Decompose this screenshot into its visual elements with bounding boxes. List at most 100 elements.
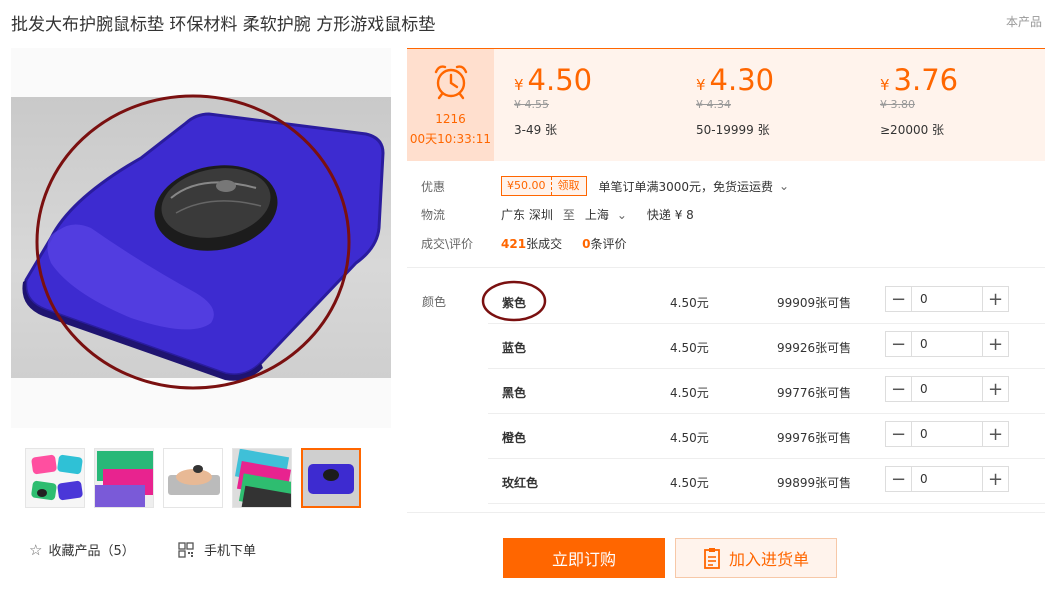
- mobile-order-button[interactable]: 手机下单: [178, 540, 256, 559]
- thumbnail-1[interactable]: [25, 448, 85, 508]
- discount-row: 优惠 ¥50.00 领取 单笔订单满3000元，免货运运费 ⌄: [421, 176, 789, 196]
- sku-price: 4.50元: [670, 476, 709, 490]
- thumbnail-2[interactable]: [94, 448, 154, 508]
- sku-price: 4.50元: [670, 341, 709, 355]
- alarm-clock-icon: [434, 65, 468, 100]
- coupon-badge[interactable]: ¥50.00 领取: [501, 176, 587, 196]
- thumbnail-4[interactable]: [232, 448, 292, 508]
- minus-button[interactable]: −: [886, 377, 912, 401]
- price-panel: 1216 00天10:33:11 ¥4.50 ¥ 4.55 3-49 张 ¥4.…: [407, 48, 1045, 161]
- quantity-stepper: − +: [885, 376, 1009, 402]
- reviews-count[interactable]: 0: [582, 237, 590, 251]
- tier-price: 4.50: [527, 63, 593, 97]
- currency-symbol: ¥: [514, 76, 524, 94]
- plus-button[interactable]: +: [982, 287, 1008, 311]
- favorite-product-button[interactable]: ☆ 收藏产品（5）: [29, 540, 135, 560]
- plus-button[interactable]: +: [982, 377, 1008, 401]
- star-icon: ☆: [29, 540, 43, 559]
- tier-quantity-range: ≥20000 张: [880, 123, 945, 137]
- deals-count[interactable]: 421: [501, 237, 526, 251]
- thumbnail-strip: [25, 448, 361, 508]
- sku-row: 蓝色 4.50元 99926张可售 − +: [488, 323, 1045, 369]
- plus-button[interactable]: +: [982, 332, 1008, 356]
- quantity-stepper: − +: [885, 466, 1009, 492]
- shipping-fee: 快递 ¥ 8: [646, 208, 694, 222]
- logistics-label: 物流: [421, 208, 446, 222]
- sku-name: 黑色: [502, 386, 527, 400]
- discount-label: 优惠: [421, 179, 446, 194]
- thumbnail-3[interactable]: [163, 448, 223, 508]
- ship-to-select[interactable]: 上海 ⌄: [585, 206, 627, 223]
- product-id-label: 本产品: [1006, 15, 1043, 29]
- thumbnail-5[interactable]: [301, 448, 361, 508]
- sku-stock: 99926张可售: [777, 341, 852, 355]
- discount-text: 单笔订单满3000元，免货运运费: [598, 179, 774, 194]
- minus-button[interactable]: −: [886, 422, 912, 446]
- price-tier-2: ¥4.30 ¥ 4.34 50-19999 张: [696, 63, 774, 138]
- quantity-input[interactable]: [912, 467, 982, 491]
- quantity-input[interactable]: [912, 422, 982, 446]
- tier-price: 4.30: [709, 63, 775, 97]
- tier-quantity-range: 3-49 张: [514, 123, 558, 137]
- sku-name: 蓝色: [502, 341, 527, 355]
- sku-row: 黑色 4.50元 99776张可售 − +: [488, 368, 1045, 414]
- quantity-input[interactable]: [912, 332, 982, 356]
- sku-price: 4.50元: [670, 431, 709, 445]
- divider: [407, 267, 1045, 268]
- sku-stock: 99976张可售: [777, 431, 852, 445]
- price-tier-3: ¥3.76 ¥ 3.80 ≥20000 张: [880, 63, 958, 138]
- sku-stock: 99899张可售: [777, 476, 852, 490]
- currency-symbol: ¥: [880, 76, 890, 94]
- quantity-stepper: − +: [885, 421, 1009, 447]
- sku-row: 橙色 4.50元 99976张可售 − +: [488, 413, 1045, 459]
- coupon-amount: ¥50.00: [507, 179, 546, 192]
- reviews-unit: 条评价: [590, 237, 627, 251]
- coupon-get-button[interactable]: 领取: [550, 177, 586, 195]
- currency-symbol: ¥: [696, 76, 706, 94]
- mobile-order-label: 手机下单: [204, 544, 257, 559]
- qrcode-icon: [178, 541, 194, 558]
- tier-original-price: ¥ 3.80: [880, 98, 915, 111]
- clipboard-icon: [704, 548, 720, 569]
- countdown-date: 1216: [435, 112, 466, 126]
- sku-price: 4.50元: [670, 386, 709, 400]
- sku-stock: 99776张可售: [777, 386, 852, 400]
- plus-button[interactable]: +: [982, 467, 1008, 491]
- sku-row: 玫红色 4.50元 99899张可售 − +: [488, 458, 1045, 504]
- ship-to: 上海: [584, 208, 609, 222]
- price-tier-1: ¥4.50 ¥ 4.55 3-49 张: [514, 63, 592, 138]
- tier-quantity-range: 50-19999 张: [696, 123, 770, 137]
- plus-button[interactable]: +: [982, 422, 1008, 446]
- chevron-down-icon: ⌄: [616, 208, 627, 222]
- minus-button[interactable]: −: [886, 467, 912, 491]
- tier-price: 3.76: [893, 63, 959, 97]
- chevron-down-icon[interactable]: ⌄: [779, 179, 789, 193]
- deals-row: 成交\评价 421 张成交 0 条评价: [421, 235, 626, 252]
- deals-label: 成交\评价: [421, 237, 474, 251]
- buy-now-button[interactable]: 立即订购: [503, 538, 665, 578]
- sku-name: 橙色: [502, 431, 527, 445]
- divider: [407, 512, 1045, 513]
- annotation-circle: [481, 280, 547, 322]
- minus-button[interactable]: −: [886, 332, 912, 356]
- sku-name: 玫红色: [502, 476, 539, 490]
- sku-price: 4.50元: [670, 296, 709, 310]
- quantity-stepper: − +: [885, 331, 1009, 357]
- quantity-input[interactable]: [912, 287, 982, 311]
- mousepad-illustration: [22, 94, 385, 390]
- product-title: 批发大布护腕鼠标垫 环保材料 柔软护腕 方形游戏鼠标垫: [11, 15, 436, 35]
- main-product-image[interactable]: [11, 48, 391, 428]
- quantity-input[interactable]: [912, 377, 982, 401]
- countdown-box: 1216 00天10:33:11: [407, 49, 494, 161]
- sku-color-label: 颜色: [422, 295, 447, 309]
- sku-row: 紫色 4.50元 99909张可售 − +: [488, 278, 1045, 324]
- minus-button[interactable]: −: [886, 287, 912, 311]
- ship-from: 广东 深圳: [501, 208, 553, 222]
- ship-to-word: 至: [562, 208, 575, 222]
- logistics-row: 物流 广东 深圳 至 上海 ⌄ 快递 ¥ 8: [421, 206, 694, 223]
- tier-original-price: ¥ 4.34: [696, 98, 731, 111]
- quantity-stepper: − +: [885, 286, 1009, 312]
- add-to-cart-button[interactable]: 加入进货单: [675, 538, 837, 578]
- favorite-label: 收藏产品（5）: [48, 544, 135, 559]
- countdown-time: 00天10:33:11: [409, 132, 492, 146]
